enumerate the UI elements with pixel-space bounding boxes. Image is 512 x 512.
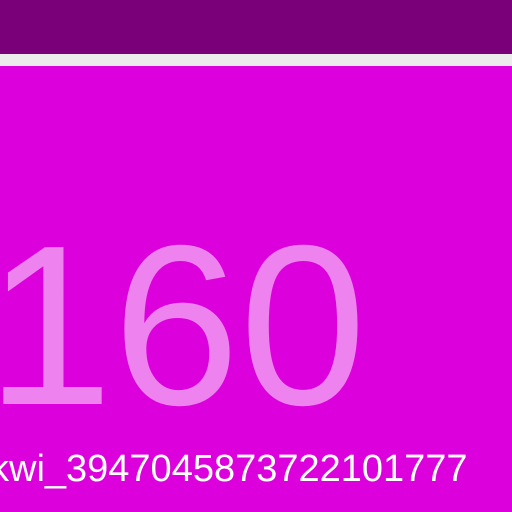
top-app-bar <box>0 0 512 54</box>
value-display: 160 <box>0 199 367 453</box>
top-bar-separator <box>0 54 512 66</box>
main-content-area: 160 kwi_3947045873722101777 <box>0 66 512 512</box>
app-screen: 160 kwi_3947045873722101777 <box>0 0 512 512</box>
identifier-label: kwi_3947045873722101777 <box>0 448 468 490</box>
